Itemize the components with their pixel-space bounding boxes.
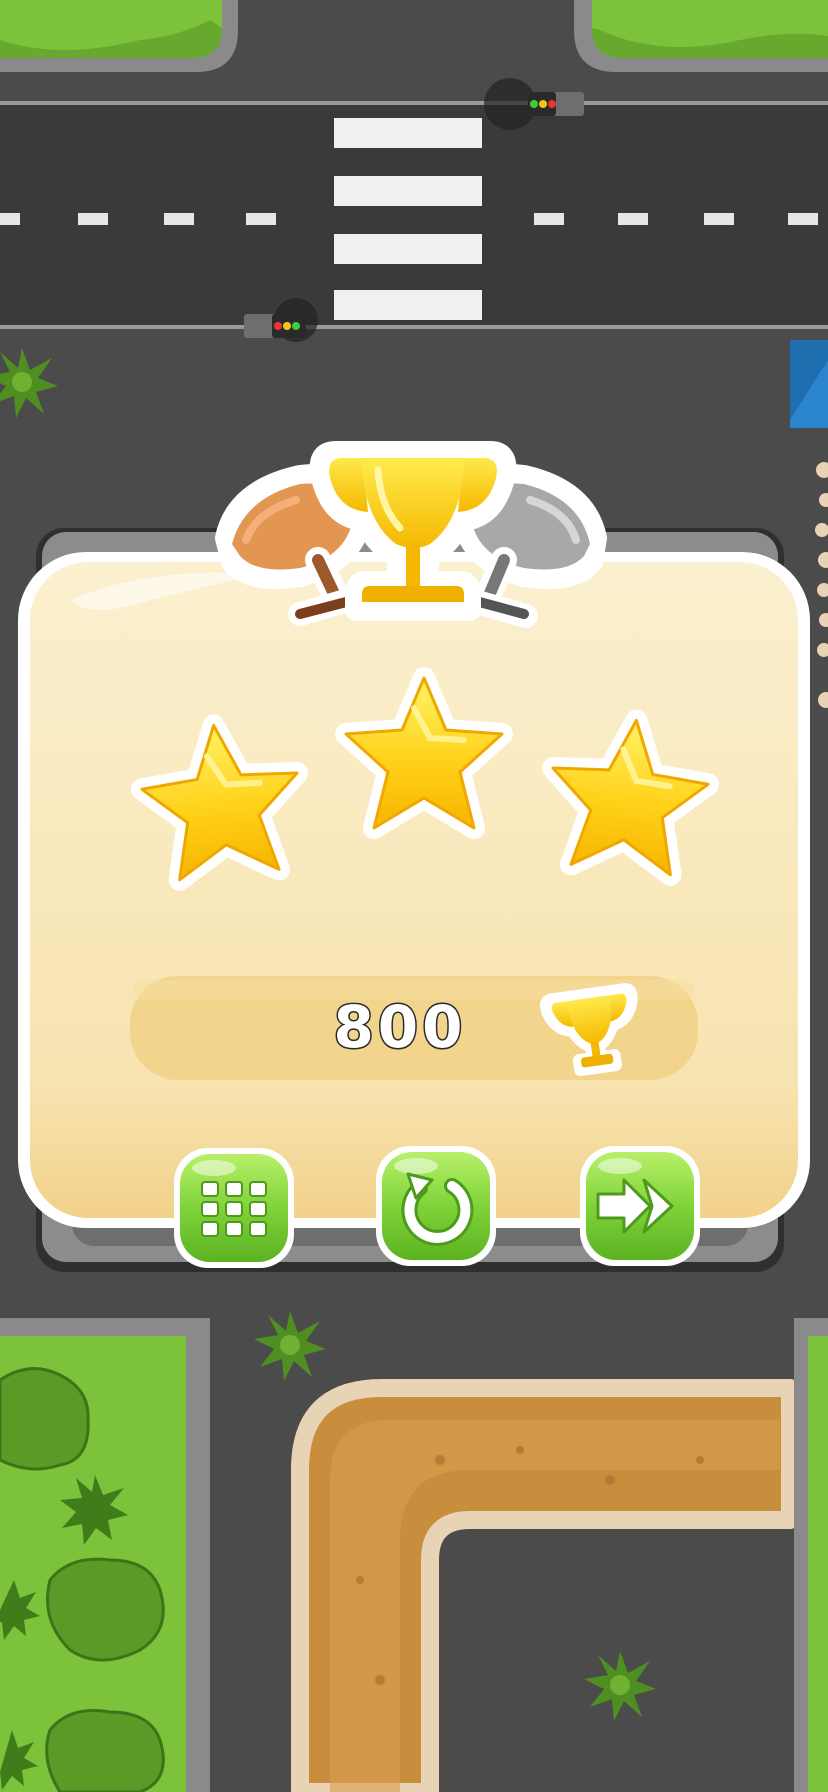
level-complete-modal: 800 bbox=[0, 0, 828, 1792]
level-select-button[interactable] bbox=[172, 1146, 296, 1270]
score-value: 800 bbox=[332, 992, 467, 1063]
next-level-button[interactable] bbox=[578, 1144, 702, 1268]
grid-icon bbox=[174, 1148, 294, 1268]
modal-graphics bbox=[18, 441, 810, 1272]
restart-button[interactable] bbox=[374, 1144, 498, 1268]
restart-icon bbox=[376, 1146, 496, 1266]
fast-forward-icon bbox=[580, 1146, 700, 1266]
